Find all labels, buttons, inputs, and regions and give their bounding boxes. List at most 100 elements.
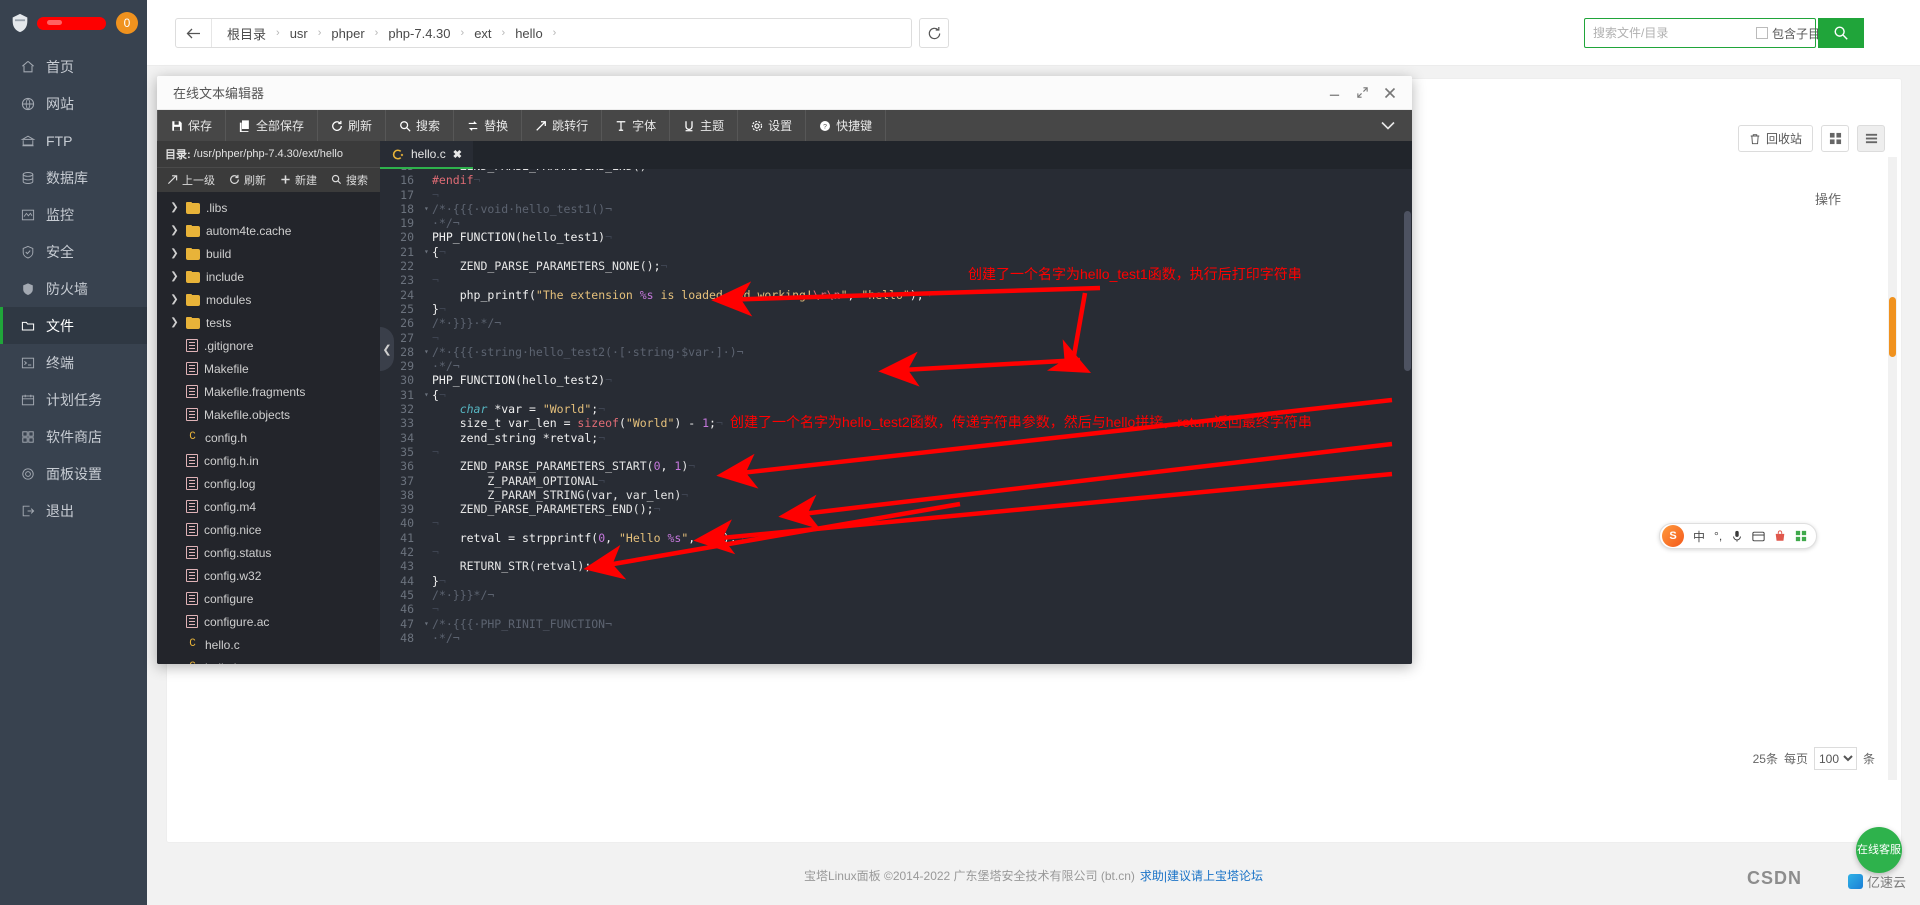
toolbar-save-all-button[interactable]: 全部保存 xyxy=(226,110,319,141)
page-scrollbar-thumb[interactable] xyxy=(1889,297,1896,357)
chevron-right-icon[interactable]: ❯ xyxy=(169,317,180,328)
sidebar-item-security[interactable]: 安全 xyxy=(0,233,147,270)
grid-view-button[interactable] xyxy=(1821,125,1849,152)
tree-search-button[interactable]: 搜索 xyxy=(331,172,368,188)
card-icon[interactable] xyxy=(1752,531,1765,542)
chevron-right-icon[interactable]: ❯ xyxy=(169,248,180,259)
chevron-right-icon[interactable]: ❯ xyxy=(169,294,180,305)
editor-tab-hello-c[interactable]: hello.c ✖ xyxy=(380,141,473,169)
tree-new-button[interactable]: 新建 xyxy=(280,172,317,188)
sidebar-item-files[interactable]: 文件 xyxy=(0,307,147,344)
maximize-button[interactable] xyxy=(1348,80,1376,106)
tree-entry-file[interactable]: config.w32 xyxy=(157,564,380,587)
search-button[interactable] xyxy=(1818,18,1864,48)
tree-entry-file[interactable]: config.nice xyxy=(157,518,380,541)
toolbar-save-button[interactable]: 保存 xyxy=(157,110,227,141)
file-icon xyxy=(186,454,198,468)
breadcrumb-item[interactable]: php-7.4.30 xyxy=(385,26,453,41)
tree-entry-file[interactable]: config.m4 xyxy=(157,495,380,518)
per-page-select[interactable]: 100 xyxy=(1813,747,1857,770)
breadcrumb-item[interactable]: 根目录 xyxy=(224,24,269,43)
tree-entry-folder[interactable]: ❯ tests xyxy=(157,311,380,334)
editor-tab-close-icon[interactable]: ✖ xyxy=(453,148,462,161)
sidebar-item-panel-settings[interactable]: 面板设置 xyxy=(0,455,147,492)
tree-refresh-button[interactable]: 刷新 xyxy=(229,172,266,188)
search-input[interactable] xyxy=(1585,20,1756,46)
tree-entry-folder[interactable]: ❯ include xyxy=(157,265,380,288)
editor-scrollbar-thumb[interactable] xyxy=(1404,211,1411,371)
back-button[interactable] xyxy=(176,19,212,47)
sidebar-item-database[interactable]: 数据库 xyxy=(0,159,147,196)
sidebar-item-label: 文件 xyxy=(46,317,74,334)
recycle-bin-button[interactable]: 回收站 xyxy=(1737,125,1813,152)
chevron-right-icon[interactable]: ❯ xyxy=(169,202,180,213)
fold-toggle-icon[interactable]: ▾ xyxy=(424,202,432,216)
fold-toggle-icon[interactable]: ▾ xyxy=(424,345,432,359)
tree-entry-file[interactable]: Makefile xyxy=(157,357,380,380)
tree-entry-file[interactable]: .gitignore xyxy=(157,334,380,357)
tree-entry-file[interactable]: Makefile.fragments xyxy=(157,380,380,403)
breadcrumb-item[interactable]: phper xyxy=(328,26,367,41)
toolbar-search-button[interactable]: 搜索 xyxy=(386,110,455,141)
trash-icon xyxy=(1750,133,1760,144)
toolbar-button-label: 字体 xyxy=(632,119,657,133)
tree-entry-c[interactable]: Chello.h xyxy=(157,656,380,664)
tree-entry-file[interactable]: configure.ac xyxy=(157,610,380,633)
bag-icon[interactable] xyxy=(1774,530,1786,542)
tree-entry-folder[interactable]: ❯ autom4te.cache xyxy=(157,219,380,242)
tree-entry-folder[interactable]: ❯ build xyxy=(157,242,380,265)
ime-language-toggle[interactable]: 中 xyxy=(1693,528,1705,545)
fold-toggle-icon[interactable]: ▾ xyxy=(424,388,432,402)
tree-entry-folder[interactable]: ❯ .libs xyxy=(157,196,380,219)
sidebar-item-website[interactable]: 网站 xyxy=(0,85,147,122)
toolbar-theme-button[interactable]: 主题 xyxy=(670,110,739,141)
sidebar-item-ftp[interactable]: FTP xyxy=(0,122,147,159)
tree-entry-file[interactable]: config.status xyxy=(157,541,380,564)
notification-badge[interactable]: 0 xyxy=(116,12,138,34)
breadcrumb-item[interactable]: usr xyxy=(287,26,311,41)
mic-icon[interactable] xyxy=(1731,530,1743,543)
breadcrumb-item[interactable]: ext xyxy=(471,26,494,41)
online-support-button[interactable]: 在线客服 xyxy=(1856,827,1902,873)
toolbar-refresh-button[interactable]: 刷新 xyxy=(318,110,387,141)
toolbar-goto-line-button[interactable]: 跳转行 xyxy=(522,110,603,141)
tree-entry-list[interactable]: ❯ .libs ❯ autom4te.cache ❯ build ❯ include ❯ modu… xyxy=(157,192,380,664)
fold-toggle-icon[interactable]: ▾ xyxy=(424,245,432,259)
sogou-logo-icon[interactable]: S xyxy=(1662,525,1684,547)
chevron-right-icon[interactable]: ❯ xyxy=(169,271,180,282)
tree-entry-c[interactable]: Cconfig.h xyxy=(157,426,380,449)
close-button[interactable] xyxy=(1376,80,1404,106)
toolbar-expand-button[interactable] xyxy=(1374,110,1402,141)
file-icon xyxy=(186,385,198,399)
tree-entry-file[interactable]: Makefile.objects xyxy=(157,403,380,426)
minimize-button[interactable] xyxy=(1320,80,1348,106)
refresh-button[interactable] xyxy=(919,18,949,48)
tree-entry-folder[interactable]: ❯ modules xyxy=(157,288,380,311)
toolbar-settings-button[interactable]: 设置 xyxy=(738,110,807,141)
code-line: 41 retval = strpprintf(0, "Hello %s", va… xyxy=(380,531,1412,545)
tree-entry-file[interactable]: config.h.in xyxy=(157,449,380,472)
fold-toggle-icon[interactable]: ▾ xyxy=(424,617,432,631)
sidebar-item-monitor[interactable]: 监控 xyxy=(0,196,147,233)
sidebar-item-firewall[interactable]: 防火墙 xyxy=(0,270,147,307)
sidebar-item-terminal[interactable]: 终端 xyxy=(0,344,147,381)
sidebar-item-logout[interactable]: 退出 xyxy=(0,492,147,529)
chevron-right-icon[interactable]: ❯ xyxy=(169,225,180,236)
breadcrumb-sep: › xyxy=(374,27,379,39)
tree-entry-c[interactable]: Chello.c xyxy=(157,633,380,656)
toolbar-replace-button[interactable]: 替换 xyxy=(454,110,523,141)
ime-punctuation-toggle[interactable]: °, xyxy=(1714,529,1722,543)
tree-entry-file[interactable]: configure xyxy=(157,587,380,610)
tree-up-button[interactable]: 上一级 xyxy=(167,172,215,188)
apps-icon[interactable] xyxy=(1795,530,1807,542)
toolbar-font-button[interactable]: 字体 xyxy=(602,110,671,141)
sidebar-item-appstore[interactable]: 软件商店 xyxy=(0,418,147,455)
sidebar-item-cron[interactable]: 计划任务 xyxy=(0,381,147,418)
list-view-button[interactable] xyxy=(1857,125,1885,152)
sidebar-item-home[interactable]: 首页 xyxy=(0,48,147,85)
breadcrumb-item[interactable]: hello xyxy=(512,26,545,41)
tree-entry-file[interactable]: config.log xyxy=(157,472,380,495)
page-scrollbar[interactable] xyxy=(1888,157,1897,780)
footer-forum-link[interactable]: 求助|建议请上宝塔论坛 xyxy=(1140,867,1263,884)
toolbar-hotkey-button[interactable]: ? 快捷键 xyxy=(806,110,887,141)
